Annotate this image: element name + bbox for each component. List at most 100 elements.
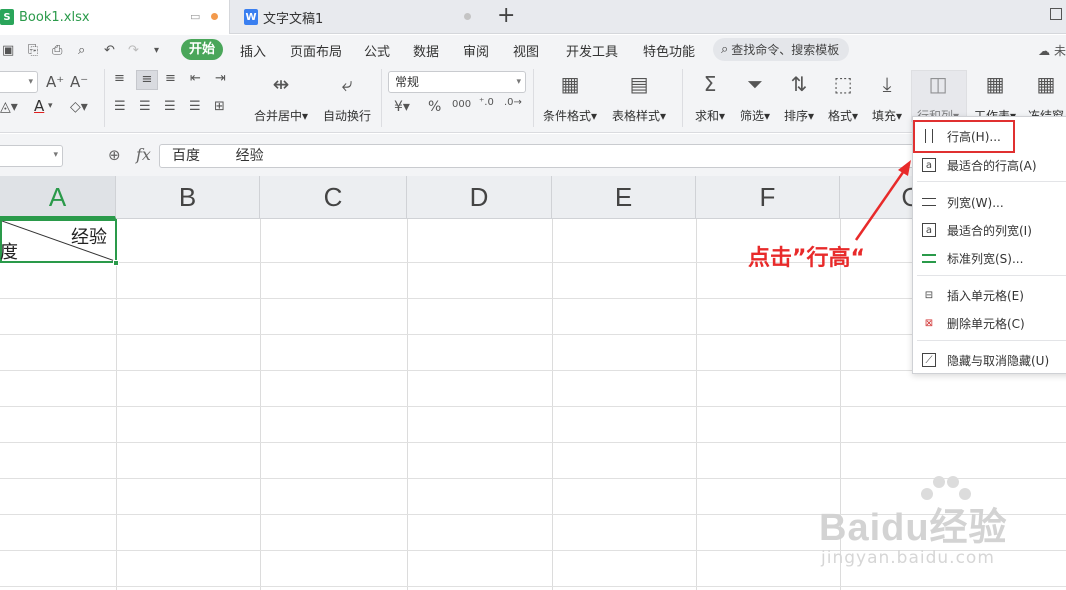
menu-item-best-fit-row[interactable]: a 最适合的行高(A) xyxy=(913,152,1066,178)
export-icon[interactable]: ⎘ xyxy=(28,43,38,58)
sort-icon: ⇅ xyxy=(790,72,808,96)
redo-icon[interactable]: ↷ xyxy=(128,43,139,58)
menu-item-hide-unhide[interactable]: ⟋ 隐藏与取消隐藏(U) xyxy=(913,347,1066,373)
sum-button[interactable]: Σ 求和▾ xyxy=(695,71,725,124)
table-style-button[interactable]: ▤ 表格样式▾ xyxy=(612,71,666,124)
grid-line xyxy=(552,219,553,590)
increase-font-icon[interactable]: A⁺ xyxy=(46,73,64,91)
filter-icon: ⏷ xyxy=(747,72,764,96)
name-box[interactable]: ▾ xyxy=(0,145,63,167)
window-restore-icon[interactable] xyxy=(1050,8,1062,20)
column-header-b[interactable]: B xyxy=(116,176,260,219)
standard-width-icon xyxy=(922,253,936,263)
indent-increase-icon[interactable]: ⇥ xyxy=(215,71,226,86)
fill-color-icon[interactable]: ◬▾ xyxy=(0,99,18,115)
menu-review[interactable]: 审阅 xyxy=(463,41,489,60)
percent-button[interactable]: % xyxy=(428,99,441,115)
new-tab-plus-icon[interactable]: + xyxy=(497,4,515,28)
zoom-icon[interactable]: ⊕ xyxy=(108,146,121,164)
grid-line xyxy=(0,262,1066,263)
cloud-status[interactable]: ☁ 未 xyxy=(1038,42,1066,59)
indent-decrease-icon[interactable]: ⇤ xyxy=(190,71,201,86)
decrease-decimal-icon[interactable]: .0→ xyxy=(504,97,522,108)
menu-item-hide-unhide-label: 隐藏与取消隐藏(U) xyxy=(947,353,1050,368)
menu-item-best-fit-column-label: 最适合的列宽(I) xyxy=(947,223,1032,238)
menu-insert[interactable]: 插入 xyxy=(240,41,266,60)
grid-line xyxy=(116,219,117,590)
menu-special[interactable]: 特色功能 xyxy=(643,41,695,60)
format-button[interactable]: ⬚ 格式▾ xyxy=(828,71,858,124)
menu-item-standard-width-label: 标准列宽(S)... xyxy=(947,251,1024,266)
column-header-f[interactable]: F xyxy=(696,176,840,219)
eraser-icon[interactable]: ◇▾ xyxy=(70,99,88,115)
align-middle-icon[interactable]: ≡ xyxy=(136,70,158,90)
fill-handle[interactable] xyxy=(113,260,119,266)
font-color-icon[interactable]: A xyxy=(34,97,44,115)
menu-bar: ▣ ⎘ ⎙ ⌕ ↶ ↷ ▾ 开始 插入 页面布局 公式 数据 审阅 视图 开发工… xyxy=(0,35,1066,65)
menu-item-column-width[interactable]: 列宽(W)... xyxy=(913,189,1066,215)
align-left-icon[interactable]: ☰ xyxy=(114,99,126,114)
column-header-d[interactable]: D xyxy=(407,176,552,219)
number-format-value: 常规 xyxy=(395,75,420,89)
increase-decimal-icon[interactable]: ⁺.0 xyxy=(479,97,494,108)
fill-down-icon: ⤓ xyxy=(882,72,892,96)
format-icon: ⬚ xyxy=(833,72,853,96)
menu-start[interactable]: 开始 xyxy=(181,39,223,60)
menu-item-delete-cell[interactable]: ⊠ 删除单元格(C) xyxy=(913,310,1066,336)
currency-button[interactable]: ¥▾ xyxy=(394,99,410,115)
command-search[interactable]: ⌕ 查找命令、搜索模板 xyxy=(713,38,849,61)
sort-button[interactable]: ⇅ 排序▾ xyxy=(784,71,814,124)
align-right-icon[interactable]: ☰ xyxy=(164,99,176,114)
merge-center-button[interactable]: ⇹ 合并居中▾ xyxy=(254,71,308,124)
chevron-down-icon: ▾ xyxy=(53,150,58,160)
formula-bar: ▾ ⊕ fx 百度 经验 xyxy=(0,134,1066,176)
column-header-c[interactable]: C xyxy=(260,176,407,219)
formula-input[interactable]: 百度 经验 xyxy=(159,144,919,168)
ribbon: ▾ A⁺ A⁻ ◬▾ A ▾ ◇▾ ≡ ≡ ≡ ⇤ ⇥ ☰ ☰ ☰ ☰ ⊞ ⇹ … xyxy=(0,65,1066,133)
cell-a1-bottom-text: 度 xyxy=(0,242,18,263)
grid-line xyxy=(0,370,1066,371)
column-header-a[interactable]: A xyxy=(0,176,116,219)
fx-icon[interactable]: fx xyxy=(136,145,151,164)
wrap-text-button[interactable]: ⤶ 自动换行 xyxy=(323,71,371,124)
watermark-sub-text: jingyan.baidu.com xyxy=(821,548,995,568)
save-icon[interactable]: ▣ xyxy=(2,43,14,58)
tab-doc1[interactable]: W 文字文稿1 xyxy=(232,0,482,34)
justify-icon[interactable]: ☰ xyxy=(189,99,201,114)
font-size-combo[interactable]: ▾ xyxy=(0,71,38,93)
format-label: 格式▾ xyxy=(828,109,859,123)
column-header-e[interactable]: E xyxy=(552,176,696,219)
print-preview-icon[interactable]: ⌕ xyxy=(78,43,85,58)
menu-view[interactable]: 视图 xyxy=(513,41,539,60)
align-bottom-icon[interactable]: ≡ xyxy=(165,71,176,86)
cell-a1[interactable]: 经验 度 xyxy=(0,219,117,263)
monitor-icon[interactable]: ▭ xyxy=(190,10,200,23)
undo-icon[interactable]: ↶ xyxy=(104,43,115,58)
fill-button[interactable]: ⤓ 填充▾ xyxy=(872,71,902,124)
distributed-icon[interactable]: ⊞ xyxy=(214,99,225,114)
grid-line xyxy=(696,219,697,590)
menu-item-standard-width[interactable]: 标准列宽(S)... xyxy=(913,245,1066,271)
menu-item-insert-cell[interactable]: ⊟ 插入单元格(E) xyxy=(913,282,1066,308)
menu-page-layout[interactable]: 页面布局 xyxy=(290,41,342,60)
menu-item-best-fit-column[interactable]: a 最适合的列宽(I) xyxy=(913,217,1066,243)
number-format-combo[interactable]: 常规 ▾ xyxy=(388,71,526,93)
spreadsheet-icon: S xyxy=(0,9,14,25)
menu-separator xyxy=(917,340,1066,341)
tab-book1[interactable]: S Book1.xlsx ▭ xyxy=(0,0,230,34)
menu-dev-tools[interactable]: 开发工具 xyxy=(566,41,618,60)
filter-button[interactable]: ⏷ 筛选▾ xyxy=(740,71,770,124)
fill-label: 填充▾ xyxy=(872,109,903,123)
customize-chevron-icon[interactable]: ▾ xyxy=(154,45,159,56)
align-center-icon[interactable]: ☰ xyxy=(139,99,151,114)
thousands-button[interactable]: 000 xyxy=(452,99,471,110)
font-color-chevron-icon[interactable]: ▾ xyxy=(48,101,53,111)
writer-icon: W xyxy=(244,9,258,25)
print-icon[interactable]: ⎙ xyxy=(52,43,62,58)
menu-data[interactable]: 数据 xyxy=(413,41,439,60)
cell-a1-top-text: 经验 xyxy=(71,227,107,248)
conditional-format-button[interactable]: ▦ 条件格式▾ xyxy=(543,71,597,124)
decrease-font-icon[interactable]: A⁻ xyxy=(70,73,88,91)
align-top-icon[interactable]: ≡ xyxy=(114,71,125,86)
menu-formula[interactable]: 公式 xyxy=(364,41,390,60)
